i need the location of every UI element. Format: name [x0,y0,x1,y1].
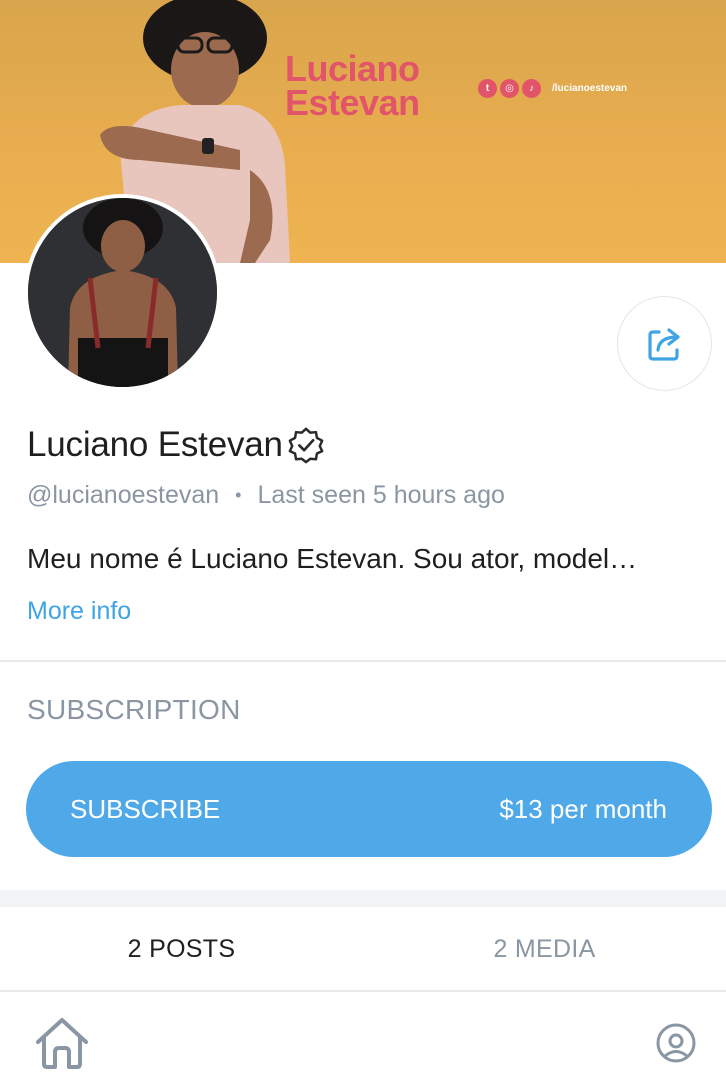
profile-bio: Meu nome é Luciano Estevan. Sou ator, mo… [27,543,638,574]
divider [0,660,726,662]
verified-icon [288,427,324,464]
more-info-link[interactable]: More info [27,597,131,626]
divider [0,990,726,992]
cover-name: Luciano Estevan [285,48,420,123]
instagram-icon: ◎ [500,79,519,98]
profile-name: Luciano Estevan [27,425,283,464]
section-separator [0,890,726,907]
subscribe-button[interactable]: SUBSCRIBE $13 per month [26,761,712,857]
tab-posts[interactable]: 2 POSTS [0,907,363,991]
home-icon[interactable] [33,1016,91,1072]
profile-name-row: Luciano Estevan [27,425,325,465]
subscription-heading: SUBSCRIPTION [27,694,241,725]
tiktok-icon: ♪ [522,79,541,98]
subscribe-label: SUBSCRIBE [70,793,221,824]
tab-media[interactable]: 2 MEDIA [363,907,726,991]
share-button[interactable] [617,296,712,391]
subscribe-price: $13 per month [499,793,667,824]
cover-name-line1: Luciano [285,48,420,89]
twitter-icon: t [478,79,497,98]
last-seen: Last seen 5 hours ago [257,481,505,509]
cover-social-handle: /lucianoestevan [552,83,628,94]
content-tabs: 2 POSTS 2 MEDIA [0,907,726,991]
profile-meta: @lucianoestevan • Last seen 5 hours ago [27,481,505,510]
bottom-navigation [0,993,726,1078]
username: @lucianoestevan [27,481,220,509]
cover-name-line2: Estevan [285,82,420,123]
separator-dot: • [235,485,242,505]
avatar-photo [28,198,217,387]
cover-social-row: t ◎ ♪ /lucianoestevan [478,79,627,98]
profile-icon[interactable] [655,1022,697,1064]
avatar[interactable] [24,194,221,391]
share-icon [647,327,680,361]
